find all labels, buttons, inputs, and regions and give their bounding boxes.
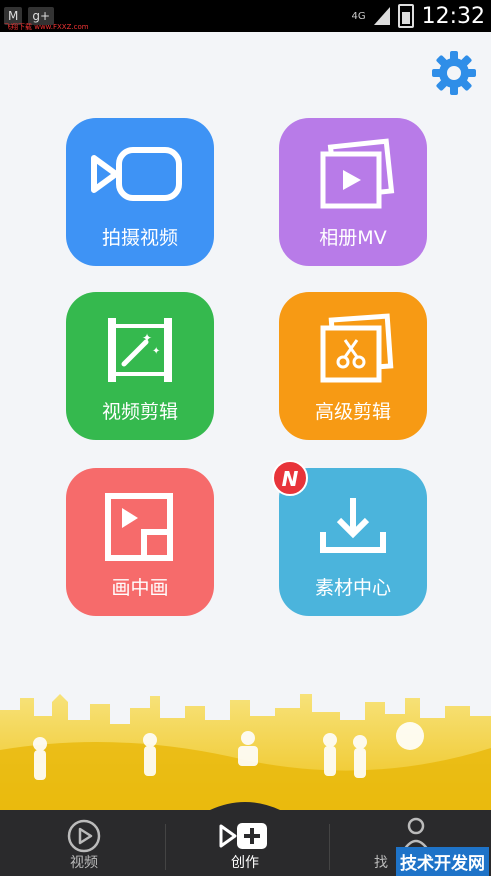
play-circle-icon [67, 819, 101, 853]
photo-album-play-icon [320, 138, 395, 209]
svg-text:✦: ✦ [142, 331, 152, 345]
tab-label: 视频 [70, 855, 98, 871]
tile-video-edit[interactable]: ✦ ✦ 视频剪辑 [66, 292, 214, 440]
tab-create[interactable]: 创作 [165, 810, 325, 876]
tile-label: 素材中心 [314, 577, 391, 599]
new-badge: N [272, 460, 308, 496]
status-bar: M g+ 飞翔下载 www.FXXZ.com 4G 12:32 [0, 0, 491, 32]
status-time: 12:32 [421, 3, 485, 29]
svg-text:✦: ✦ [152, 346, 160, 357]
camera-icon [91, 147, 182, 201]
tile-label: 相册MV [319, 227, 387, 249]
tile-shoot-video[interactable]: 拍摄视频 [66, 118, 214, 266]
tile-picture-in-picture[interactable]: 画中画 [66, 468, 214, 616]
main-content: 拍摄视频 相册MV ✦ ✦ 视频剪辑 高级剪辑 画中画 素材中心 N [0, 32, 491, 690]
bottom-tab-bar: 视频 创作 找 技术开发网 [0, 810, 491, 876]
signal-icon [373, 7, 390, 25]
tile-advanced-edit[interactable]: 高级剪辑 [279, 292, 427, 440]
city-sports-illustration [0, 690, 491, 810]
network-type: 4G [351, 10, 366, 22]
create-icon [219, 823, 267, 849]
tab-video[interactable]: 视频 [4, 810, 164, 876]
battery-icon [397, 4, 414, 28]
film-edit-icon: ✦ ✦ [108, 318, 172, 382]
status-watermark: 飞翔下载 www.FXXZ.com [4, 23, 89, 31]
picture-in-picture-icon [105, 493, 173, 561]
tile-label: 画中画 [111, 577, 169, 599]
tile-album-mv[interactable]: 相册MV [279, 118, 427, 266]
tile-label: 拍摄视频 [101, 227, 178, 249]
site-watermark: 技术开发网 [396, 847, 489, 876]
advanced-cut-icon [320, 313, 394, 383]
gear-icon[interactable] [429, 48, 479, 98]
tile-label: 高级剪辑 [314, 401, 391, 423]
tile-label: 视频剪辑 [101, 401, 178, 423]
tab-label: 创作 [231, 855, 259, 871]
